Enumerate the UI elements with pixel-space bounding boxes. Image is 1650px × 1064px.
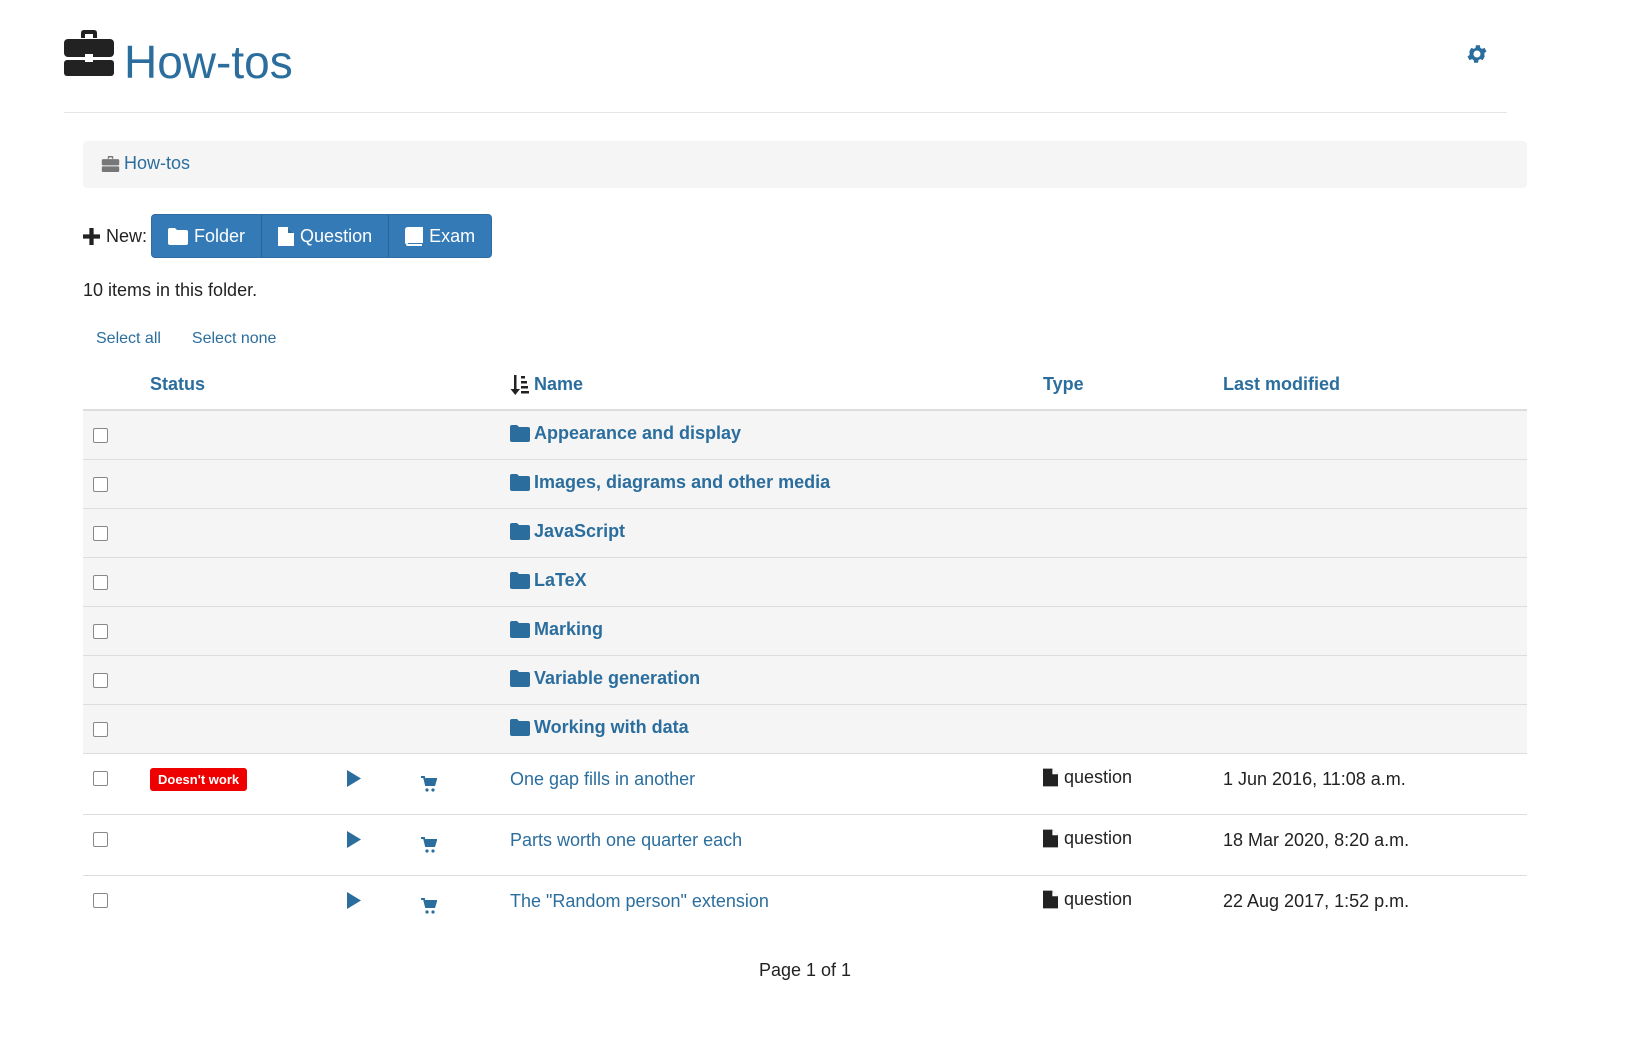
play-icon[interactable] [347, 892, 361, 914]
folder-link[interactable]: Variable generation [510, 668, 700, 689]
folder-link[interactable]: Marking [510, 619, 603, 640]
folder-name: Images, diagrams and other media [534, 472, 831, 492]
new-exam-label: Exam [429, 225, 476, 246]
row-checkbox[interactable] [93, 624, 108, 639]
table-row: Images, diagrams and other media [83, 460, 1527, 509]
last-modified: 1 Jun 2016, 11:08 a.m. [1223, 769, 1406, 789]
selection-links: Select all Select none [96, 330, 276, 348]
row-checkbox[interactable] [93, 893, 108, 908]
folder-name: JavaScript [534, 521, 626, 541]
table-row: JavaScript [83, 509, 1527, 558]
folder-icon [510, 670, 530, 687]
new-folder-button[interactable]: Folder [152, 215, 263, 257]
table-row: LaTeX [83, 558, 1527, 607]
folder-icon [510, 474, 530, 491]
item-type-label: question [1064, 889, 1133, 909]
file-icon [278, 226, 295, 246]
question-link[interactable]: The "Random person" extension [510, 891, 769, 912]
question-link[interactable]: Parts worth one quarter each [510, 830, 742, 851]
row-checkbox[interactable] [93, 832, 108, 847]
item-count: 10 items in this folder. [83, 280, 258, 300]
table-row: Marking [83, 607, 1527, 656]
table-row: Variable generation [83, 656, 1527, 705]
table-row: Working with data [83, 705, 1527, 754]
folder-icon [510, 523, 530, 540]
question-link[interactable]: One gap fills in another [510, 769, 695, 790]
book-icon [405, 226, 424, 246]
last-modified: 22 Aug 2017, 1:52 p.m. [1223, 891, 1410, 911]
page-title: How-tos [124, 36, 293, 88]
breadcrumb-label: How-tos [124, 153, 191, 173]
row-checkbox[interactable] [93, 722, 108, 737]
new-toolbar: New: Folder Question Exam [83, 214, 493, 258]
table-header: Status Name Type Last modified [83, 362, 1527, 411]
status-badge: Doesn't work [150, 768, 248, 791]
folder-name: Appearance and display [534, 423, 742, 443]
item-type-label: question [1064, 767, 1133, 787]
page-header: How-tos [64, 20, 1507, 113]
column-name-label: Name [534, 374, 584, 394]
folder-name: Marking [534, 619, 604, 639]
breadcrumb: How-tos [83, 141, 1527, 188]
pagination: Page 1 of 1 [758, 960, 852, 980]
table-row: Parts worth one quarter each question 18… [83, 815, 1527, 876]
select-all-link[interactable]: Select all [96, 330, 161, 348]
column-last-modified[interactable]: Last modified [1223, 374, 1340, 395]
folder-icon [510, 425, 530, 442]
column-type[interactable]: Type [1043, 374, 1084, 395]
new-button-group: Folder Question Exam [151, 214, 493, 258]
file-icon [1043, 829, 1058, 848]
folder-icon [510, 572, 530, 589]
folder-link[interactable]: Working with data [510, 717, 689, 738]
play-icon[interactable] [347, 831, 361, 853]
column-name[interactable]: Name [510, 374, 583, 395]
briefcase-icon [101, 155, 120, 172]
new-folder-label: Folder [194, 225, 246, 246]
folder-icon [510, 719, 530, 736]
last-modified: 18 Mar 2020, 8:20 a.m. [1223, 830, 1410, 850]
row-checkbox[interactable] [93, 673, 108, 688]
column-status[interactable]: Status [150, 374, 205, 395]
select-none-link[interactable]: Select none [192, 330, 277, 348]
item-type-label: question [1064, 828, 1133, 848]
play-icon[interactable] [347, 770, 361, 792]
new-label-text: New: [106, 225, 148, 246]
plus-icon [83, 227, 100, 245]
folder-link[interactable]: JavaScript [510, 521, 625, 542]
row-checkbox[interactable] [93, 477, 108, 492]
folder-name: LaTeX [534, 570, 587, 590]
table-row: Doesn't work One gap fills in another qu… [83, 754, 1527, 815]
folder-name: Working with data [534, 717, 689, 737]
row-checkbox[interactable] [93, 771, 108, 786]
table-row: Appearance and display [83, 411, 1527, 460]
folder-link[interactable]: Images, diagrams and other media [510, 472, 830, 493]
briefcase-icon [64, 30, 114, 81]
new-label: New: [83, 226, 147, 247]
item-type: question [1043, 889, 1132, 910]
breadcrumb-item-how-tos[interactable]: How-tos [101, 153, 190, 174]
item-type: question [1043, 767, 1132, 788]
new-exam-button[interactable]: Exam [389, 215, 491, 257]
folder-link[interactable]: LaTeX [510, 570, 587, 591]
row-checkbox[interactable] [93, 526, 108, 541]
folder-icon [510, 621, 530, 638]
folder-icon [168, 227, 189, 245]
cart-icon[interactable] [421, 898, 438, 919]
gear-icon[interactable] [1465, 42, 1489, 71]
row-checkbox[interactable] [93, 428, 108, 443]
new-question-label: Question [300, 225, 373, 246]
folder-name: Variable generation [534, 668, 701, 688]
item-type: question [1043, 828, 1132, 849]
cart-icon[interactable] [421, 776, 438, 797]
folder-link[interactable]: Appearance and display [510, 423, 741, 444]
file-icon [1043, 890, 1058, 909]
table-row: The "Random person" extension question 2… [83, 876, 1527, 936]
new-question-button[interactable]: Question [262, 215, 390, 257]
row-checkbox[interactable] [93, 575, 108, 590]
file-icon [1043, 768, 1058, 787]
sort-ascending-icon [510, 374, 529, 395]
cart-icon[interactable] [421, 837, 438, 858]
items-table: Status Name Type Last modified Appearanc… [83, 362, 1527, 936]
